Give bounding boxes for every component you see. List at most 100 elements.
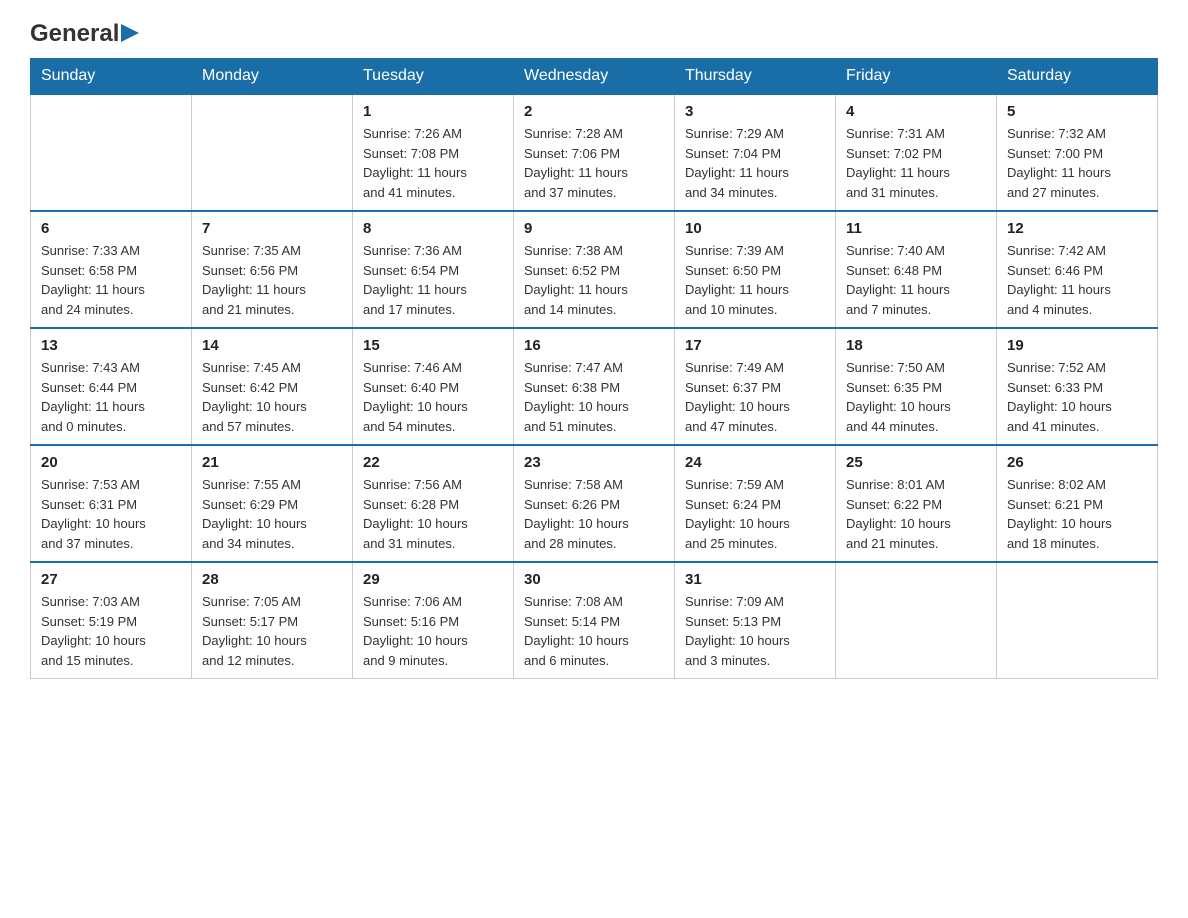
- calendar-cell: 7 Sunrise: 7:35 AM Sunset: 6:56 PM Daylig…: [192, 211, 353, 328]
- logo: General: [30, 20, 141, 48]
- day-number: 31: [685, 571, 825, 588]
- day-detail: Sunrise: 8:01 AM Sunset: 6:22 PM Dayligh…: [846, 475, 986, 553]
- calendar-cell: 22 Sunrise: 7:56 AM Sunset: 6:28 PM Dayli…: [353, 445, 514, 562]
- calendar-cell: 6 Sunrise: 7:33 AM Sunset: 6:58 PM Daylig…: [31, 211, 192, 328]
- day-detail: Sunrise: 7:31 AM Sunset: 7:02 PM Dayligh…: [846, 124, 986, 202]
- day-number: 29: [363, 571, 503, 588]
- calendar-cell: 12 Sunrise: 7:42 AM Sunset: 6:46 PM Dayli…: [997, 211, 1158, 328]
- calendar-cell: 25 Sunrise: 8:01 AM Sunset: 6:22 PM Dayli…: [836, 445, 997, 562]
- calendar-cell: 23Sunrise: 7:58 AM Sunset: 6:26 PM Dayli…: [514, 445, 675, 562]
- calendar-cell: 24Sunrise: 7:59 AM Sunset: 6:24 PM Dayli…: [675, 445, 836, 562]
- day-detail: Sunrise: 7:06 AM Sunset: 5:16 PM Dayligh…: [363, 592, 503, 670]
- day-number: 15: [363, 337, 503, 354]
- calendar-week-row: 27Sunrise: 7:03 AM Sunset: 5:19 PM Dayli…: [31, 562, 1158, 679]
- day-detail: Sunrise: 7:55 AM Sunset: 6:29 PM Dayligh…: [202, 475, 342, 553]
- day-detail: Sunrise: 7:09 AM Sunset: 5:13 PM Dayligh…: [685, 592, 825, 670]
- day-detail: Sunrise: 7:53 AM Sunset: 6:31 PM Dayligh…: [41, 475, 181, 553]
- calendar-cell: 11 Sunrise: 7:40 AM Sunset: 6:48 PM Dayli…: [836, 211, 997, 328]
- day-detail: Sunrise: 7:49 AM Sunset: 6:37 PM Dayligh…: [685, 358, 825, 436]
- day-number: 11: [846, 220, 986, 237]
- weekday-header-sunday: Sunday: [31, 59, 192, 95]
- day-number: 21: [202, 454, 342, 471]
- calendar-cell: 10 Sunrise: 7:39 AM Sunset: 6:50 PM Dayli…: [675, 211, 836, 328]
- day-detail: Sunrise: 7:52 AM Sunset: 6:33 PM Dayligh…: [1007, 358, 1147, 436]
- day-detail: Sunrise: 7:29 AM Sunset: 7:04 PM Dayligh…: [685, 124, 825, 202]
- calendar-cell: 19 Sunrise: 7:52 AM Sunset: 6:33 PM Dayli…: [997, 328, 1158, 445]
- day-number: 25: [846, 454, 986, 471]
- day-detail: Sunrise: 7:35 AM Sunset: 6:56 PM Dayligh…: [202, 241, 342, 319]
- weekday-header-row: SundayMondayTuesdayWednesdayThursdayFrid…: [31, 59, 1158, 95]
- day-detail: Sunrise: 7:43 AM Sunset: 6:44 PM Dayligh…: [41, 358, 181, 436]
- day-detail: Sunrise: 8:02 AM Sunset: 6:21 PM Dayligh…: [1007, 475, 1147, 553]
- weekday-header-monday: Monday: [192, 59, 353, 95]
- day-detail: Sunrise: 7:42 AM Sunset: 6:46 PM Dayligh…: [1007, 241, 1147, 319]
- calendar-cell: 29 Sunrise: 7:06 AM Sunset: 5:16 PM Dayli…: [353, 562, 514, 679]
- day-number: 12: [1007, 220, 1147, 237]
- logo-triangle-icon: [121, 22, 141, 44]
- calendar-cell: [997, 562, 1158, 679]
- day-number: 3: [685, 103, 825, 120]
- day-number: 2: [524, 103, 664, 120]
- weekday-header-wednesday: Wednesday: [514, 59, 675, 95]
- day-number: 16: [524, 337, 664, 354]
- calendar-cell: [192, 94, 353, 211]
- weekday-header-friday: Friday: [836, 59, 997, 95]
- day-number: 24: [685, 454, 825, 471]
- calendar-week-row: 13 Sunrise: 7:43 AM Sunset: 6:44 PM Dayli…: [31, 328, 1158, 445]
- day-number: 14: [202, 337, 342, 354]
- day-detail: Sunrise: 7:50 AM Sunset: 6:35 PM Dayligh…: [846, 358, 986, 436]
- calendar-cell: 16 Sunrise: 7:47 AM Sunset: 6:38 PM Dayli…: [514, 328, 675, 445]
- day-number: 17: [685, 337, 825, 354]
- day-detail: Sunrise: 7:28 AM Sunset: 7:06 PM Dayligh…: [524, 124, 664, 202]
- day-detail: Sunrise: 7:39 AM Sunset: 6:50 PM Dayligh…: [685, 241, 825, 319]
- day-detail: Sunrise: 7:40 AM Sunset: 6:48 PM Dayligh…: [846, 241, 986, 319]
- day-number: 8: [363, 220, 503, 237]
- day-number: 1: [363, 103, 503, 120]
- calendar-cell: 1Sunrise: 7:26 AM Sunset: 7:08 PM Daylig…: [353, 94, 514, 211]
- weekday-header-tuesday: Tuesday: [353, 59, 514, 95]
- logo-general-text: General: [30, 20, 119, 48]
- day-number: 18: [846, 337, 986, 354]
- day-detail: Sunrise: 7:32 AM Sunset: 7:00 PM Dayligh…: [1007, 124, 1147, 202]
- day-detail: Sunrise: 7:56 AM Sunset: 6:28 PM Dayligh…: [363, 475, 503, 553]
- calendar-cell: 13 Sunrise: 7:43 AM Sunset: 6:44 PM Dayli…: [31, 328, 192, 445]
- calendar-cell: 18 Sunrise: 7:50 AM Sunset: 6:35 PM Dayli…: [836, 328, 997, 445]
- calendar-cell: 14Sunrise: 7:45 AM Sunset: 6:42 PM Dayli…: [192, 328, 353, 445]
- page-header: General: [30, 20, 1158, 48]
- calendar-cell: 8 Sunrise: 7:36 AM Sunset: 6:54 PM Daylig…: [353, 211, 514, 328]
- calendar-cell: 2 Sunrise: 7:28 AM Sunset: 7:06 PM Daylig…: [514, 94, 675, 211]
- calendar-week-row: 20 Sunrise: 7:53 AM Sunset: 6:31 PM Dayli…: [31, 445, 1158, 562]
- day-number: 9: [524, 220, 664, 237]
- weekday-header-thursday: Thursday: [675, 59, 836, 95]
- day-number: 13: [41, 337, 181, 354]
- day-detail: Sunrise: 7:47 AM Sunset: 6:38 PM Dayligh…: [524, 358, 664, 436]
- day-detail: Sunrise: 7:36 AM Sunset: 6:54 PM Dayligh…: [363, 241, 503, 319]
- calendar-cell: 15 Sunrise: 7:46 AM Sunset: 6:40 PM Dayli…: [353, 328, 514, 445]
- day-number: 7: [202, 220, 342, 237]
- day-detail: Sunrise: 7:33 AM Sunset: 6:58 PM Dayligh…: [41, 241, 181, 319]
- calendar-table: SundayMondayTuesdayWednesdayThursdayFrid…: [30, 58, 1158, 679]
- day-number: 10: [685, 220, 825, 237]
- day-detail: Sunrise: 7:38 AM Sunset: 6:52 PM Dayligh…: [524, 241, 664, 319]
- calendar-cell: 31 Sunrise: 7:09 AM Sunset: 5:13 PM Dayli…: [675, 562, 836, 679]
- day-detail: Sunrise: 7:46 AM Sunset: 6:40 PM Dayligh…: [363, 358, 503, 436]
- calendar-cell: 4Sunrise: 7:31 AM Sunset: 7:02 PM Daylig…: [836, 94, 997, 211]
- calendar-week-row: 1Sunrise: 7:26 AM Sunset: 7:08 PM Daylig…: [31, 94, 1158, 211]
- calendar-cell: 21 Sunrise: 7:55 AM Sunset: 6:29 PM Dayli…: [192, 445, 353, 562]
- calendar-cell: 27Sunrise: 7:03 AM Sunset: 5:19 PM Dayli…: [31, 562, 192, 679]
- day-number: 22: [363, 454, 503, 471]
- day-number: 20: [41, 454, 181, 471]
- calendar-cell: 5 Sunrise: 7:32 AM Sunset: 7:00 PM Daylig…: [997, 94, 1158, 211]
- calendar-cell: 28Sunrise: 7:05 AM Sunset: 5:17 PM Dayli…: [192, 562, 353, 679]
- day-number: 23: [524, 454, 664, 471]
- day-number: 26: [1007, 454, 1147, 471]
- calendar-cell: [31, 94, 192, 211]
- day-number: 6: [41, 220, 181, 237]
- day-number: 30: [524, 571, 664, 588]
- day-number: 19: [1007, 337, 1147, 354]
- calendar-week-row: 6 Sunrise: 7:33 AM Sunset: 6:58 PM Daylig…: [31, 211, 1158, 328]
- calendar-cell: 30Sunrise: 7:08 AM Sunset: 5:14 PM Dayli…: [514, 562, 675, 679]
- calendar-cell: [836, 562, 997, 679]
- day-number: 28: [202, 571, 342, 588]
- day-number: 5: [1007, 103, 1147, 120]
